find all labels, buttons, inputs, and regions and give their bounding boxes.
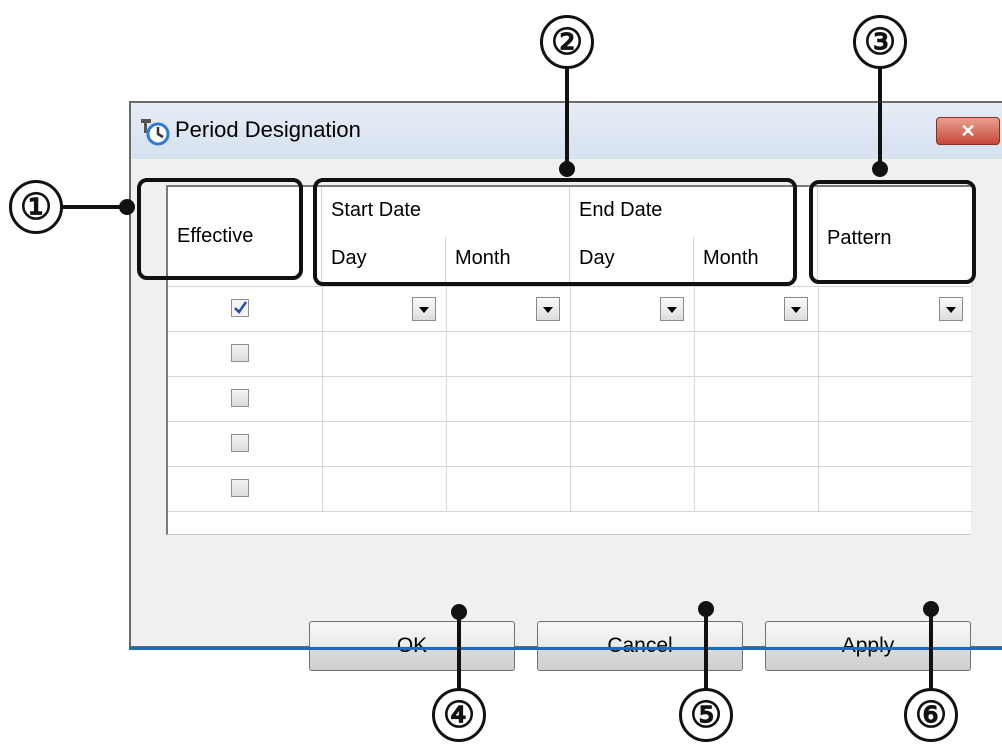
- callout-box-pattern: [809, 180, 976, 284]
- callout-number-2: ②: [540, 15, 594, 69]
- callout-line-3: [878, 68, 882, 168]
- close-button[interactable]: ✕: [936, 117, 1000, 145]
- window-title: Period Designation: [175, 117, 361, 142]
- callout-number-4: ④: [432, 688, 486, 742]
- table-row: [168, 467, 973, 512]
- callout-dot-3: [872, 161, 888, 177]
- callout-box-dates: [313, 178, 797, 286]
- close-icon: ✕: [960, 121, 976, 141]
- callout-dot-2: [559, 161, 575, 177]
- apply-button[interactable]: Apply: [765, 621, 971, 671]
- table-row: [168, 422, 973, 467]
- end-day-dropdown[interactable]: [660, 297, 684, 321]
- callout-box-effective: [137, 178, 303, 280]
- effective-checkbox[interactable]: [231, 434, 249, 452]
- callout-number-3: ③: [853, 15, 907, 69]
- effective-checkbox[interactable]: [231, 299, 249, 317]
- checkmark-icon: [234, 301, 248, 315]
- callout-dot-1: [119, 199, 135, 215]
- start-day-dropdown[interactable]: [412, 297, 436, 321]
- callout-line-6: [929, 609, 933, 690]
- table-row: [168, 287, 973, 332]
- callout-number-6: ⑥: [904, 688, 958, 742]
- callout-line-4: [457, 612, 461, 690]
- pattern-dropdown[interactable]: [939, 297, 963, 321]
- effective-checkbox[interactable]: [231, 389, 249, 407]
- table-row: [168, 377, 973, 422]
- effective-checkbox[interactable]: [231, 344, 249, 362]
- callout-line-5: [704, 609, 708, 690]
- end-month-dropdown[interactable]: [784, 297, 808, 321]
- callout-line-1: [62, 205, 126, 209]
- table-row: [168, 332, 973, 377]
- app-icon: [141, 119, 170, 146]
- callout-number-5: ⑤: [679, 688, 733, 742]
- callout-number-1: ①: [9, 180, 63, 234]
- effective-checkbox[interactable]: [231, 479, 249, 497]
- callout-line-2: [565, 68, 569, 168]
- cancel-button[interactable]: Cancel: [537, 621, 743, 671]
- start-month-dropdown[interactable]: [536, 297, 560, 321]
- ok-button[interactable]: OK: [309, 621, 515, 671]
